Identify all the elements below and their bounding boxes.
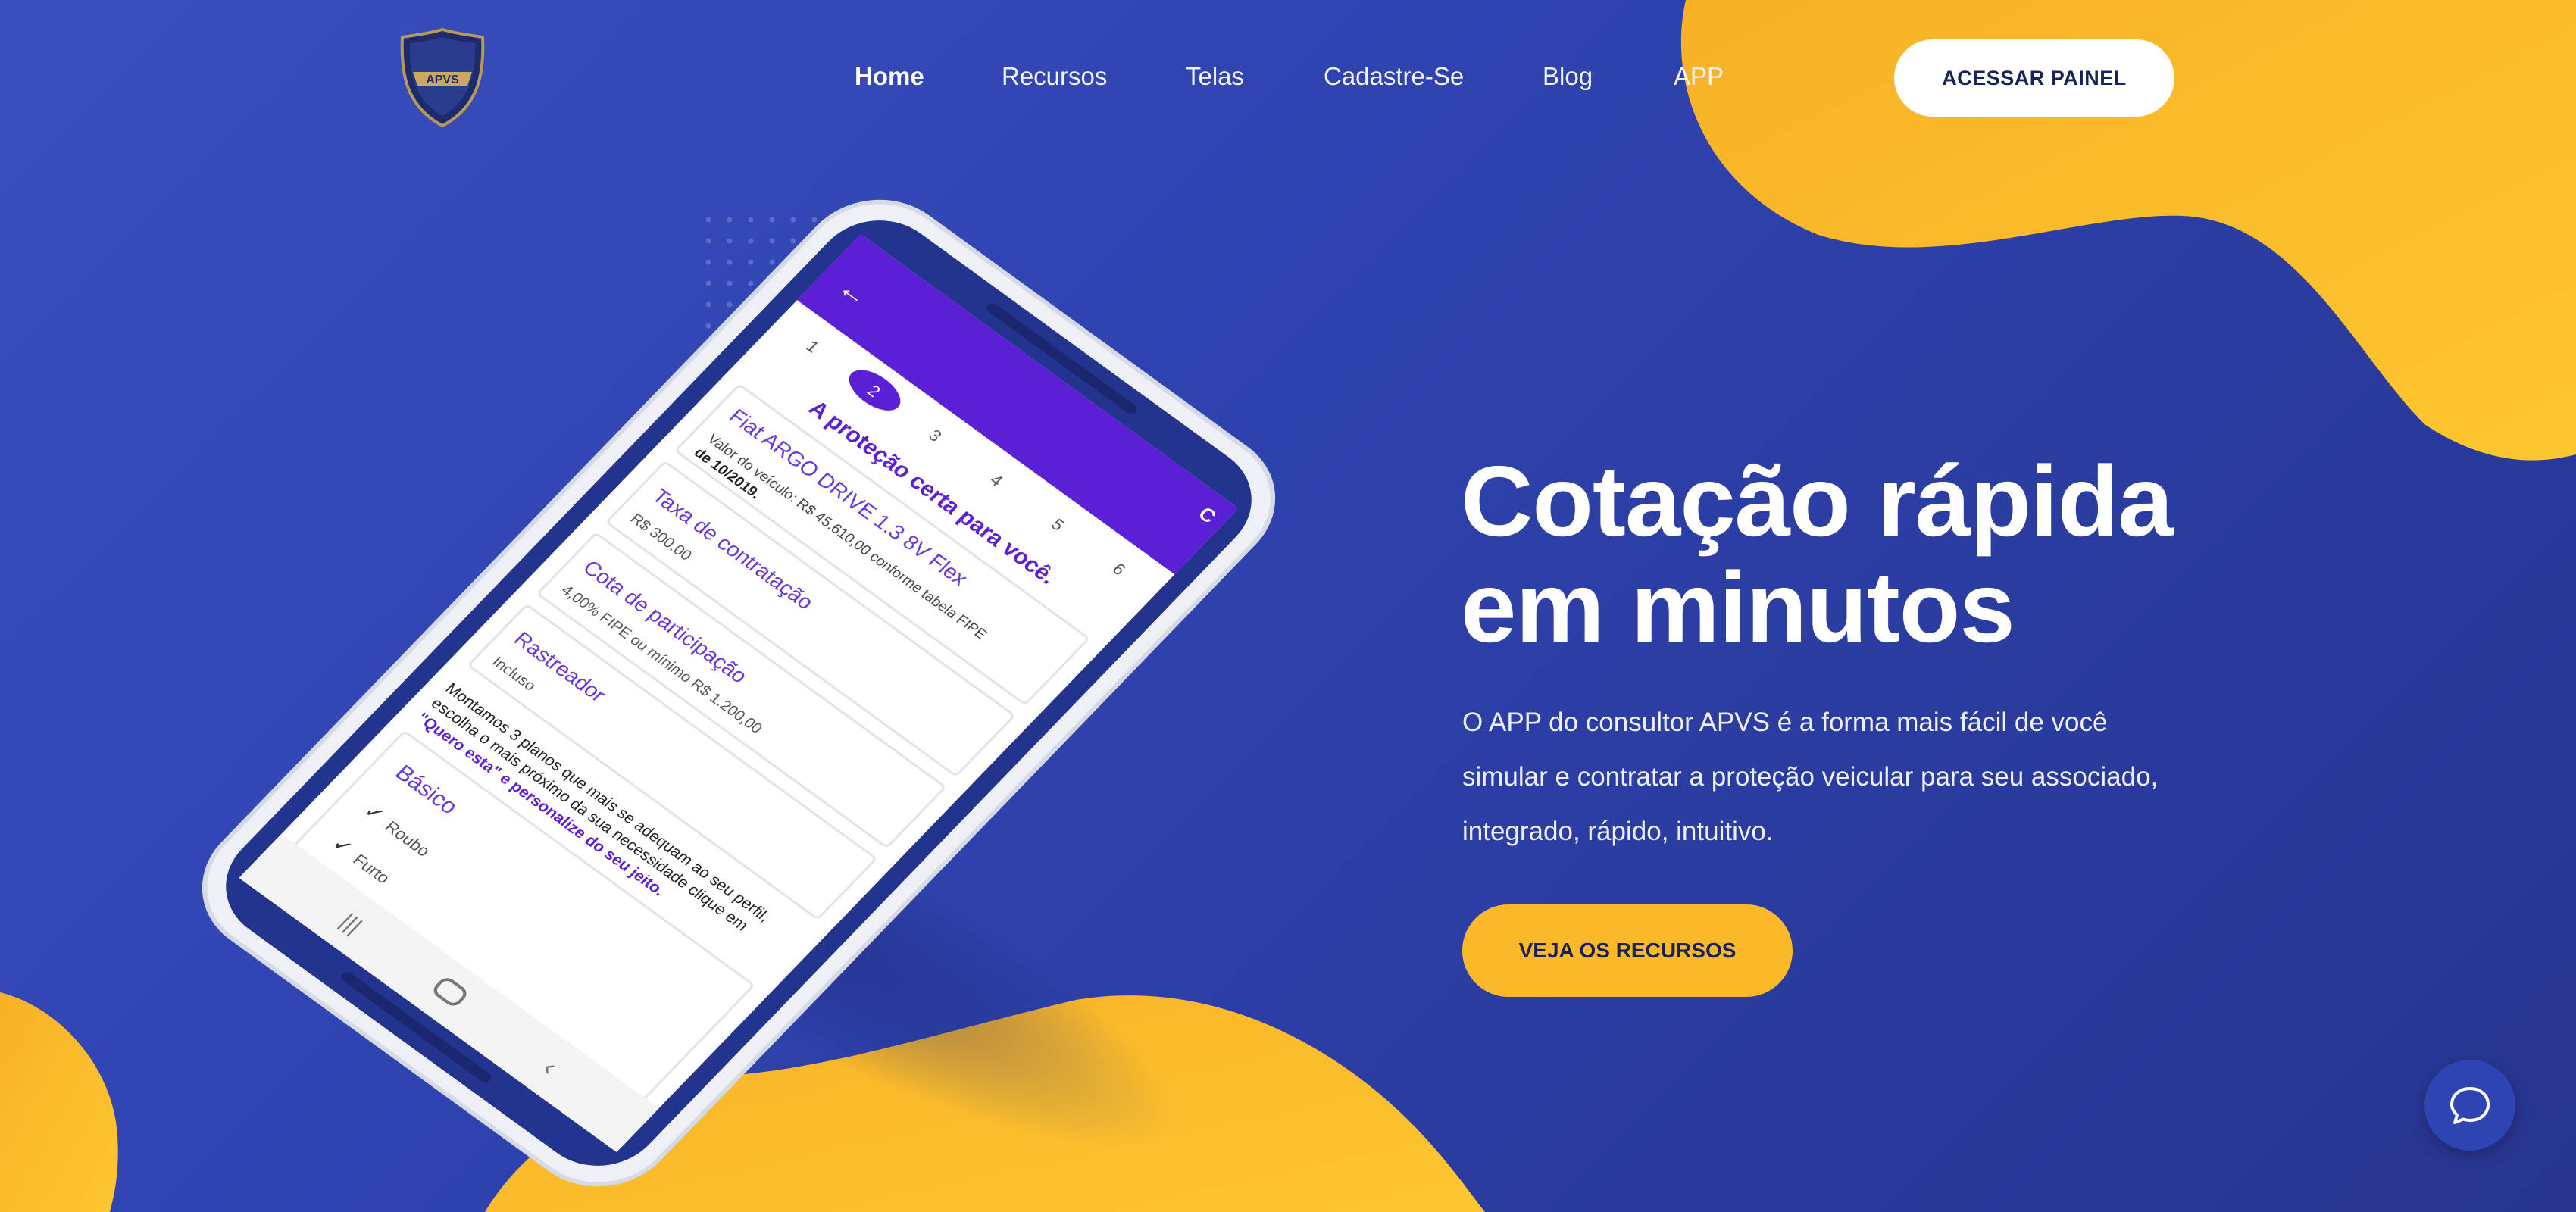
hero-title-line1: Cotação rápida bbox=[1461, 445, 2174, 557]
nav-recursos[interactable]: Recursos bbox=[1002, 62, 1107, 91]
hero-title-line2: em minutos bbox=[1461, 551, 2015, 663]
nav-blog[interactable]: Blog bbox=[1543, 62, 1593, 91]
main-nav: Home Recursos Telas Cadastre-Se Blog APP bbox=[0, 62, 2576, 100]
chat-bubble-icon bbox=[2450, 1087, 2490, 1124]
nav-home[interactable]: Home bbox=[855, 62, 924, 91]
acessar-painel-button[interactable]: ACESSAR PAINEL bbox=[1894, 39, 2174, 117]
veja-os-recursos-button[interactable]: VEJA OS RECURSOS bbox=[1462, 904, 1793, 997]
nav-cadastre-se[interactable]: Cadastre-Se bbox=[1324, 62, 1464, 91]
nav-app[interactable]: APP bbox=[1674, 62, 1724, 91]
chat-widget-button[interactable] bbox=[2424, 1060, 2515, 1151]
hero-description: O APP do consultor APVS é a forma mais f… bbox=[1462, 708, 2159, 846]
nav-telas[interactable]: Telas bbox=[1186, 62, 1244, 91]
hero-title: Cotação rápida em minutos bbox=[1461, 448, 2294, 661]
